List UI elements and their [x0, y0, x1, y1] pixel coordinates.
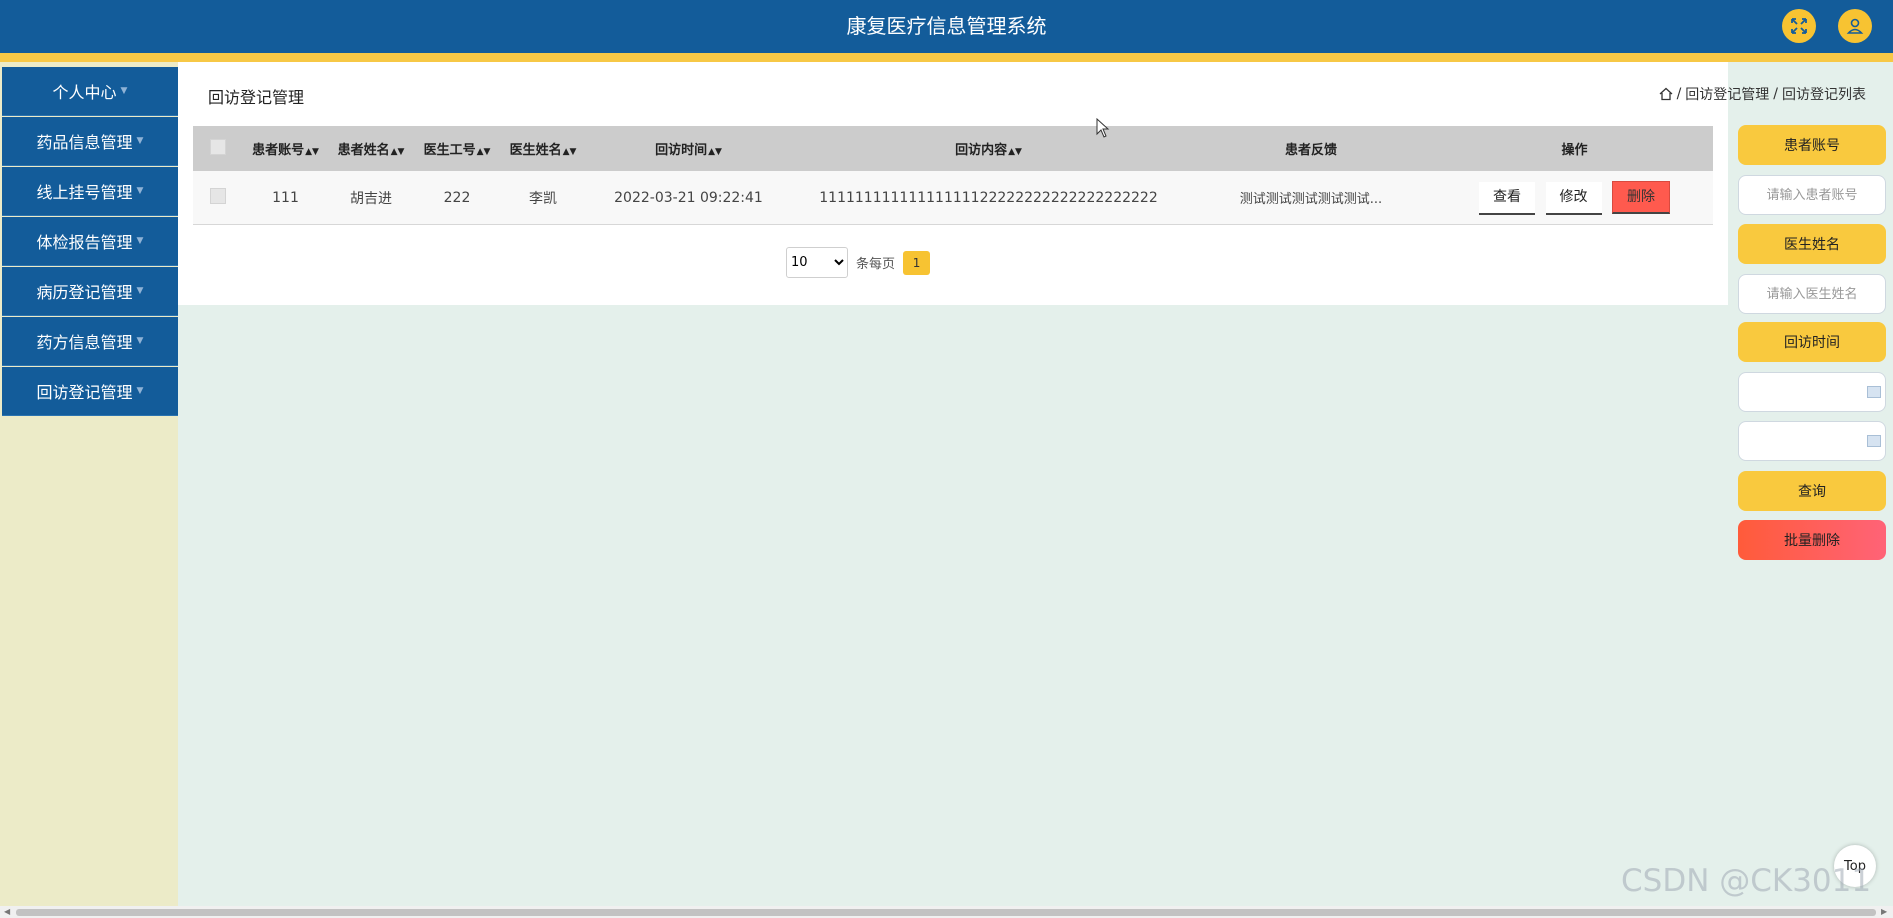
sort-icon[interactable]: ▲▼: [305, 147, 319, 157]
follow-up-table: 患者账号▲▼ 患者姓名▲▼ 医生工号▲▼ 医生姓名▲▼ 回访时间▲▼ 回访内容▲…: [193, 126, 1713, 225]
sidebar-item-online-registration[interactable]: 线上挂号管理 ▼: [2, 167, 178, 216]
sidebar-item-label: 个人中心: [52, 83, 117, 102]
column-header-patient-name[interactable]: 患者姓名▲▼: [328, 139, 414, 158]
sidebar-item-medical-report[interactable]: 体检报告管理 ▼: [2, 217, 178, 266]
pagination: 10 条每页 1: [786, 247, 931, 278]
sidebar-item-label: 回访登记管理: [36, 383, 133, 402]
cell-patient-name: 胡吉进: [350, 190, 392, 207]
doctor-name-label: 医生姓名: [1738, 224, 1886, 264]
sidebar-item-prescription[interactable]: 药方信息管理 ▼: [2, 317, 178, 366]
app-header: 康复医疗信息管理系统: [0, 0, 1893, 53]
chevron-down-icon: ▼: [136, 186, 144, 196]
visit-time-start-input[interactable]: [1738, 372, 1886, 412]
column-header-actions: 操作: [1561, 143, 1588, 158]
header-accent-stripe: [0, 53, 1893, 62]
chevron-down-icon: ▼: [136, 286, 144, 296]
table-row: 111 胡吉进 222 李凯 2022-03-21 09:22:41 11111…: [193, 171, 1713, 225]
cell-actions: 查看 修改 删除: [1436, 180, 1713, 215]
watermark: CSDN @CK3011: [1621, 863, 1872, 899]
batch-delete-button[interactable]: 批量删除: [1738, 520, 1886, 560]
fullscreen-button[interactable]: [1782, 9, 1816, 43]
sidebar-item-label: 药品信息管理: [36, 133, 133, 152]
user-menu-button[interactable]: [1838, 9, 1872, 43]
calendar-icon[interactable]: [1867, 435, 1881, 447]
breadcrumb-item: 回访登记列表: [1782, 87, 1866, 103]
chevron-down-icon: ▼: [120, 86, 128, 96]
scrollbar-thumb[interactable]: [16, 909, 1876, 916]
scroll-right-icon[interactable]: ▶: [1881, 906, 1887, 918]
per-page-label: 条每页: [856, 257, 896, 272]
sidebar-item-label: 线上挂号管理: [36, 183, 133, 202]
patient-account-label: 患者账号: [1738, 125, 1886, 165]
cell-doctor-name: 李凯: [529, 190, 557, 207]
page-number-button[interactable]: 1: [903, 250, 931, 275]
column-header-doctor-id[interactable]: 医生工号▲▼: [414, 139, 500, 158]
chevron-down-icon: ▼: [136, 386, 144, 396]
mouse-cursor-icon: [1096, 118, 1110, 138]
column-header-feedback: 患者反馈: [1284, 143, 1337, 158]
doctor-name-input[interactable]: [1738, 274, 1886, 314]
patient-account-input[interactable]: [1738, 175, 1886, 215]
user-icon: [1846, 18, 1864, 34]
breadcrumb: / 回访登记管理 / 回访登记列表: [1659, 84, 1866, 104]
horizontal-scrollbar[interactable]: ◀ ▶: [0, 906, 1893, 918]
visit-time-label: 回访时间: [1738, 322, 1886, 362]
sidebar-item-follow-up[interactable]: 回访登记管理 ▼: [2, 367, 178, 416]
column-header-visit-time[interactable]: 回访时间▲▼: [586, 139, 791, 158]
page-title: 回访登记管理: [208, 88, 305, 107]
home-icon[interactable]: [1659, 87, 1673, 101]
column-header-doctor-name[interactable]: 医生姓名▲▼: [500, 139, 586, 158]
sidebar-item-profile[interactable]: 个人中心 ▼: [2, 67, 178, 116]
sidebar-item-label: 药方信息管理: [36, 333, 133, 352]
cell-feedback: 测试测试测试测试测试...: [1239, 192, 1383, 207]
cell-visit-content: 11111111111111111122222222222222222222: [819, 189, 1158, 206]
expand-arrows-icon: [1791, 18, 1807, 34]
sort-icon[interactable]: ▲▼: [563, 147, 577, 157]
sort-icon[interactable]: ▲▼: [1008, 147, 1022, 157]
sidebar-item-label: 体检报告管理: [36, 233, 133, 252]
cell-patient-account: 111: [272, 189, 299, 206]
view-button[interactable]: 查看: [1479, 181, 1536, 215]
column-header-patient-account[interactable]: 患者账号▲▼: [243, 139, 328, 158]
breadcrumb-item[interactable]: 回访登记管理: [1685, 84, 1769, 104]
calendar-icon[interactable]: [1867, 386, 1881, 398]
row-checkbox[interactable]: [210, 187, 226, 204]
sort-icon[interactable]: ▲▼: [708, 147, 722, 157]
chevron-down-icon: ▼: [136, 236, 144, 246]
breadcrumb-separator: /: [1773, 86, 1778, 102]
sort-icon[interactable]: ▲▼: [477, 147, 491, 157]
chevron-down-icon: ▼: [136, 136, 144, 146]
sort-icon[interactable]: ▲▼: [391, 147, 405, 157]
cell-visit-time: 2022-03-21 09:22:41: [614, 189, 763, 206]
cell-doctor-id: 222: [443, 189, 471, 206]
app-title: 康复医疗信息管理系统: [846, 14, 1047, 38]
sidebar-item-case-record[interactable]: 病历登记管理 ▼: [2, 267, 178, 316]
table-header: 患者账号▲▼ 患者姓名▲▼ 医生工号▲▼ 医生姓名▲▼ 回访时间▲▼ 回访内容▲…: [193, 126, 1713, 171]
visit-time-end-input[interactable]: [1738, 421, 1886, 461]
page-size-select[interactable]: 10: [786, 247, 848, 278]
select-all-checkbox[interactable]: [210, 138, 226, 155]
edit-button[interactable]: 修改: [1545, 181, 1602, 215]
column-header-visit-content[interactable]: 回访内容▲▼: [791, 139, 1186, 158]
query-button[interactable]: 查询: [1738, 471, 1886, 511]
delete-button[interactable]: 删除: [1611, 180, 1670, 214]
sidebar-item-drug-info[interactable]: 药品信息管理 ▼: [2, 117, 178, 166]
scroll-left-icon[interactable]: ◀: [4, 906, 10, 918]
sidebar-item-label: 病历登记管理: [36, 283, 133, 302]
breadcrumb-separator: /: [1676, 86, 1682, 102]
chevron-down-icon: ▼: [136, 336, 144, 346]
